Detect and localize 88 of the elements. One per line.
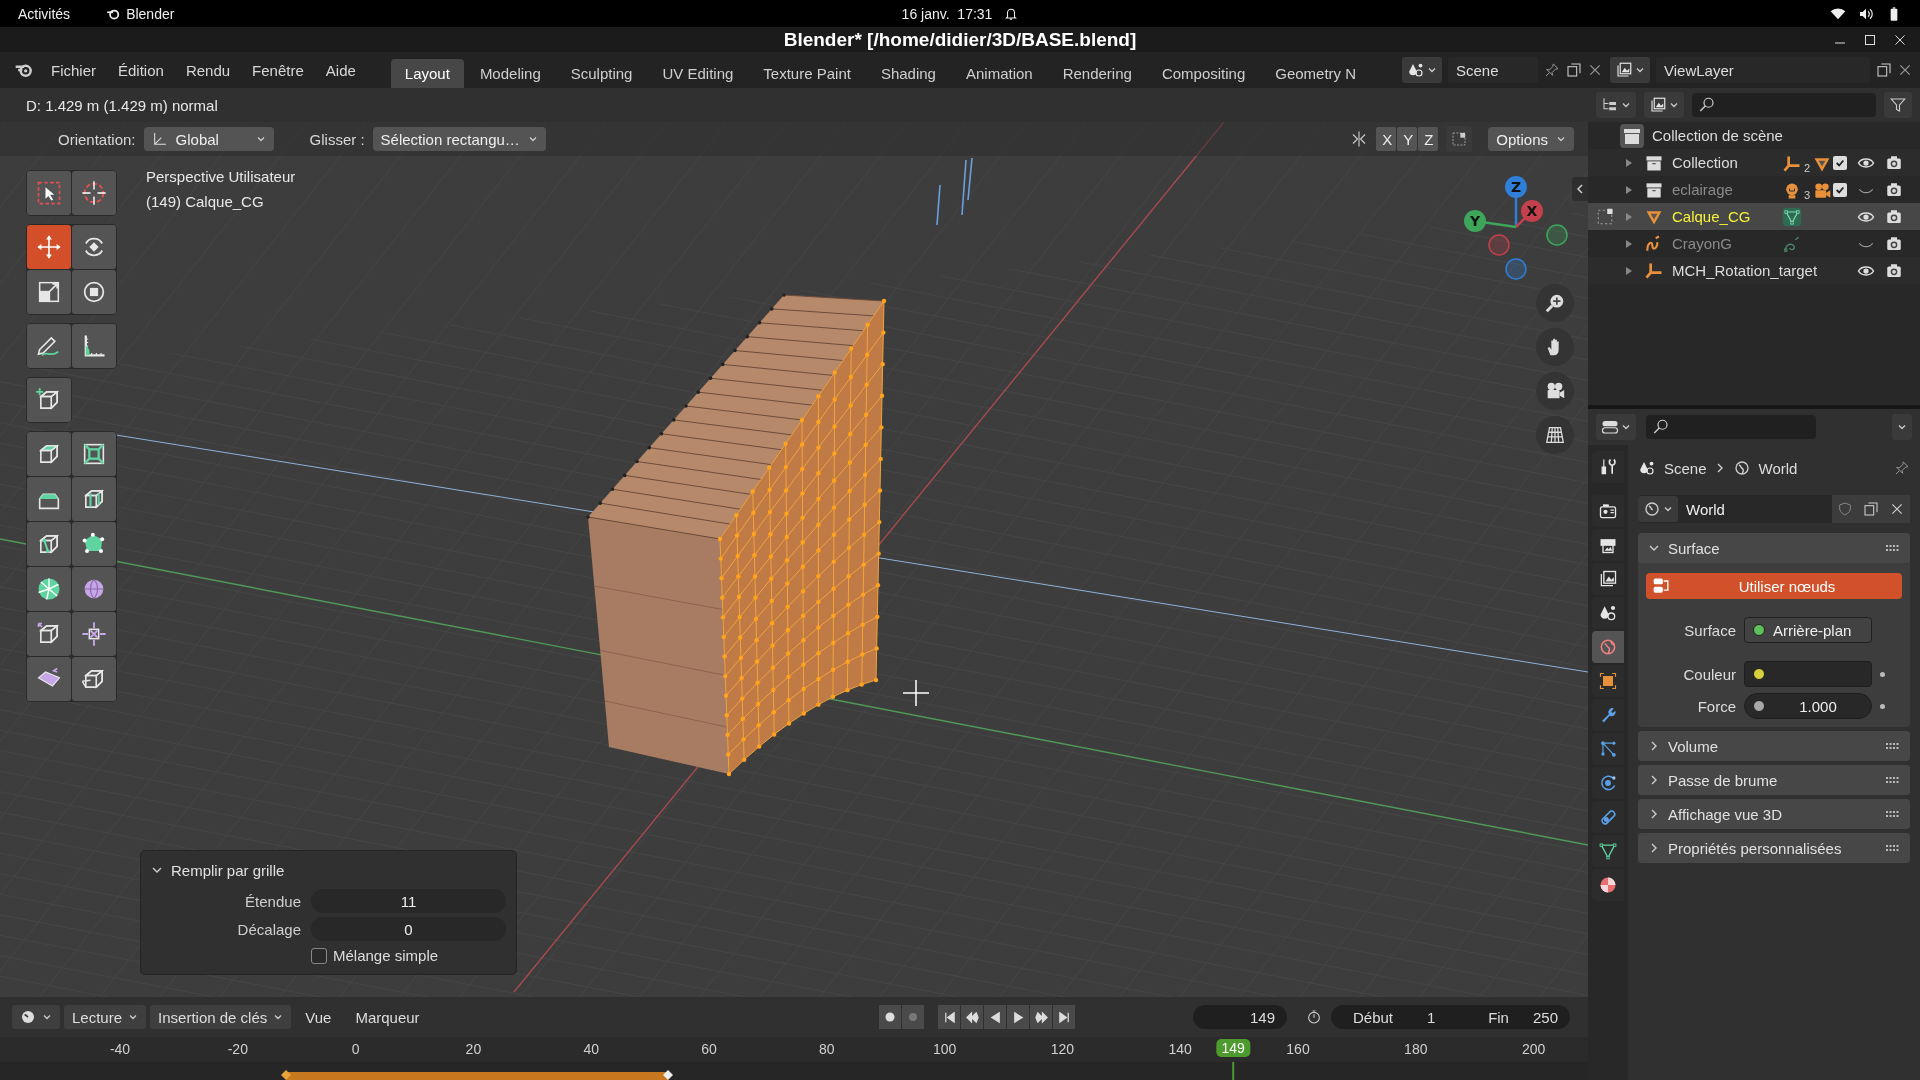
axis-label: Y bbox=[1469, 213, 1481, 229]
menu-item[interactable]: Édition bbox=[109, 57, 173, 83]
panel-header[interactable]: Volume bbox=[1638, 731, 1910, 761]
tree-row[interactable]: MCH_Rotation_target bbox=[1588, 257, 1920, 284]
frame-tick-label: 60 bbox=[701, 1041, 717, 1057]
window-title: Blender* [/home/didier/3D/BASE.blend] bbox=[783, 28, 1137, 51]
operator-panel-header[interactable]: Remplir par grille bbox=[151, 855, 285, 885]
child-count: 3 bbox=[1804, 188, 1811, 201]
frame-tick-label: 0 bbox=[351, 1041, 360, 1057]
tree-row[interactable]: Collection 2 bbox=[1588, 149, 1920, 176]
field-label: Couleur bbox=[1682, 665, 1736, 683]
tree-row[interactable]: eclairage 3 bbox=[1588, 176, 1920, 203]
frame-tick-label: 160 bbox=[1286, 1041, 1310, 1057]
mirror-axis-toggle[interactable]: X bbox=[1376, 127, 1397, 151]
menu-item[interactable]: Marqueur bbox=[345, 1008, 430, 1026]
frame-tick-label: 180 bbox=[1404, 1041, 1428, 1057]
panel-header[interactable]: Surface bbox=[1638, 533, 1910, 563]
breadcrumb-item[interactable]: Scene bbox=[1664, 459, 1707, 477]
frame-tick-label: 80 bbox=[819, 1041, 835, 1057]
field-label: Force bbox=[1696, 697, 1736, 715]
child-count: 2 bbox=[1804, 161, 1811, 174]
playback-dropdown[interactable]: Lecture bbox=[64, 1005, 147, 1029]
clock[interactable]: 16 janv. 17:31 bbox=[901, 5, 993, 22]
workspace-tab[interactable]: Geometry N bbox=[1261, 58, 1371, 88]
current-frame-field[interactable]: 149 bbox=[1193, 1005, 1287, 1029]
breadcrumb-item[interactable]: World bbox=[1758, 459, 1798, 477]
number-field[interactable]: 1.000 bbox=[1744, 693, 1872, 719]
workspace-tab[interactable]: Modeling bbox=[465, 58, 555, 88]
shader-field[interactable]: Arrière-plan bbox=[1744, 617, 1872, 643]
tree-item-name: CrayonG bbox=[1672, 235, 1734, 252]
tree-row[interactable]: Calque_CG bbox=[1588, 203, 1920, 230]
mirror-axis-toggle[interactable]: Z bbox=[1418, 127, 1439, 151]
workspace-tab[interactable]: Sculpting bbox=[556, 58, 647, 88]
status-text: D: 1.429 m (1.429 m) normal bbox=[26, 96, 218, 114]
workspace-tab[interactable]: UV Editing bbox=[648, 58, 748, 88]
tree-item-name: MCH_Rotation_target bbox=[1672, 262, 1818, 279]
workspace-tab[interactable]: Texture Paint bbox=[749, 58, 865, 88]
workspace-tab[interactable]: Layout bbox=[390, 58, 464, 88]
checkbox[interactable]: Mélange simple bbox=[311, 947, 439, 964]
panel-header[interactable]: Passe de brume bbox=[1638, 765, 1910, 795]
workspace-tab[interactable]: Shading bbox=[866, 58, 950, 88]
field-label: Surface bbox=[1683, 621, 1736, 639]
frame-tick-label: -20 bbox=[227, 1041, 248, 1057]
field-label: Décalage bbox=[236, 920, 301, 938]
menu-item[interactable]: Fenêtre bbox=[243, 57, 313, 83]
panel-header[interactable]: Affichage vue 3D bbox=[1638, 799, 1910, 829]
axis-label: X bbox=[1526, 203, 1538, 219]
options-dropdown[interactable]: Options bbox=[1488, 127, 1574, 151]
scene-field[interactable]: Scene bbox=[1448, 57, 1538, 83]
tree-row[interactable]: CrayonG bbox=[1588, 230, 1920, 257]
frame-tick-label: 20 bbox=[465, 1041, 482, 1057]
drag-label: Glisser : bbox=[309, 130, 365, 148]
mirror-axis-toggle[interactable]: Y bbox=[1397, 127, 1418, 151]
frame-tick-label: 140 bbox=[1168, 1041, 1192, 1057]
frame-tick-label: -40 bbox=[109, 1041, 131, 1057]
tree-item-name: Collection bbox=[1672, 154, 1739, 171]
app-menu[interactable]: Blender bbox=[126, 5, 175, 22]
menu-item[interactable]: Aide bbox=[316, 57, 365, 83]
workspace-tab[interactable]: Compositing bbox=[1147, 58, 1260, 88]
object-info: (149) Calque_CG bbox=[146, 192, 264, 212]
workspace-tab[interactable]: Animation bbox=[951, 58, 1047, 88]
orientation-dropdown[interactable]: Global bbox=[143, 127, 274, 151]
frame-tick-label: 200 bbox=[1521, 1041, 1546, 1057]
view-layer-field[interactable]: ViewLayer bbox=[1656, 57, 1870, 83]
activities-button[interactable]: Activités bbox=[18, 5, 71, 22]
end-frame-field[interactable]: Fin 250 bbox=[1470, 1008, 1558, 1026]
workspace-tab[interactable]: Rendering bbox=[1048, 58, 1146, 88]
frame-tick-label: 40 bbox=[583, 1041, 599, 1057]
number-field[interactable]: 11 bbox=[311, 889, 506, 913]
panel-header[interactable]: Propriétés personnalisées bbox=[1638, 833, 1910, 863]
view-name: Perspective Utilisateur bbox=[146, 167, 296, 187]
tree-item-name: eclairage bbox=[1672, 181, 1734, 198]
number-field[interactable]: 0 bbox=[311, 917, 506, 941]
current-frame-indicator[interactable]: 149 bbox=[1216, 1039, 1250, 1057]
tree-item-name: Calque_CG bbox=[1672, 207, 1752, 227]
menu-item[interactable]: Rendu bbox=[176, 57, 240, 83]
frame-tick-label: 120 bbox=[1050, 1041, 1075, 1057]
use-nodes-button[interactable]: Utiliser nœuds bbox=[1646, 573, 1902, 599]
orientation-label: Orientation: bbox=[58, 130, 136, 148]
menu-item[interactable]: Vue bbox=[295, 1008, 342, 1026]
drag-dropdown[interactable]: Sélection rectangu… bbox=[372, 127, 546, 151]
axis-label: Z bbox=[1510, 179, 1522, 195]
tree-item[interactable]: Collection de scène bbox=[1652, 127, 1783, 144]
field-label: Étendue bbox=[244, 892, 301, 910]
start-frame-field[interactable]: Début 1 bbox=[1353, 1008, 1436, 1026]
menu-item[interactable]: Fichier bbox=[42, 57, 105, 83]
keying-dropdown[interactable]: Insertion de clés bbox=[150, 1005, 292, 1029]
frame-tick-label: 100 bbox=[932, 1041, 957, 1057]
